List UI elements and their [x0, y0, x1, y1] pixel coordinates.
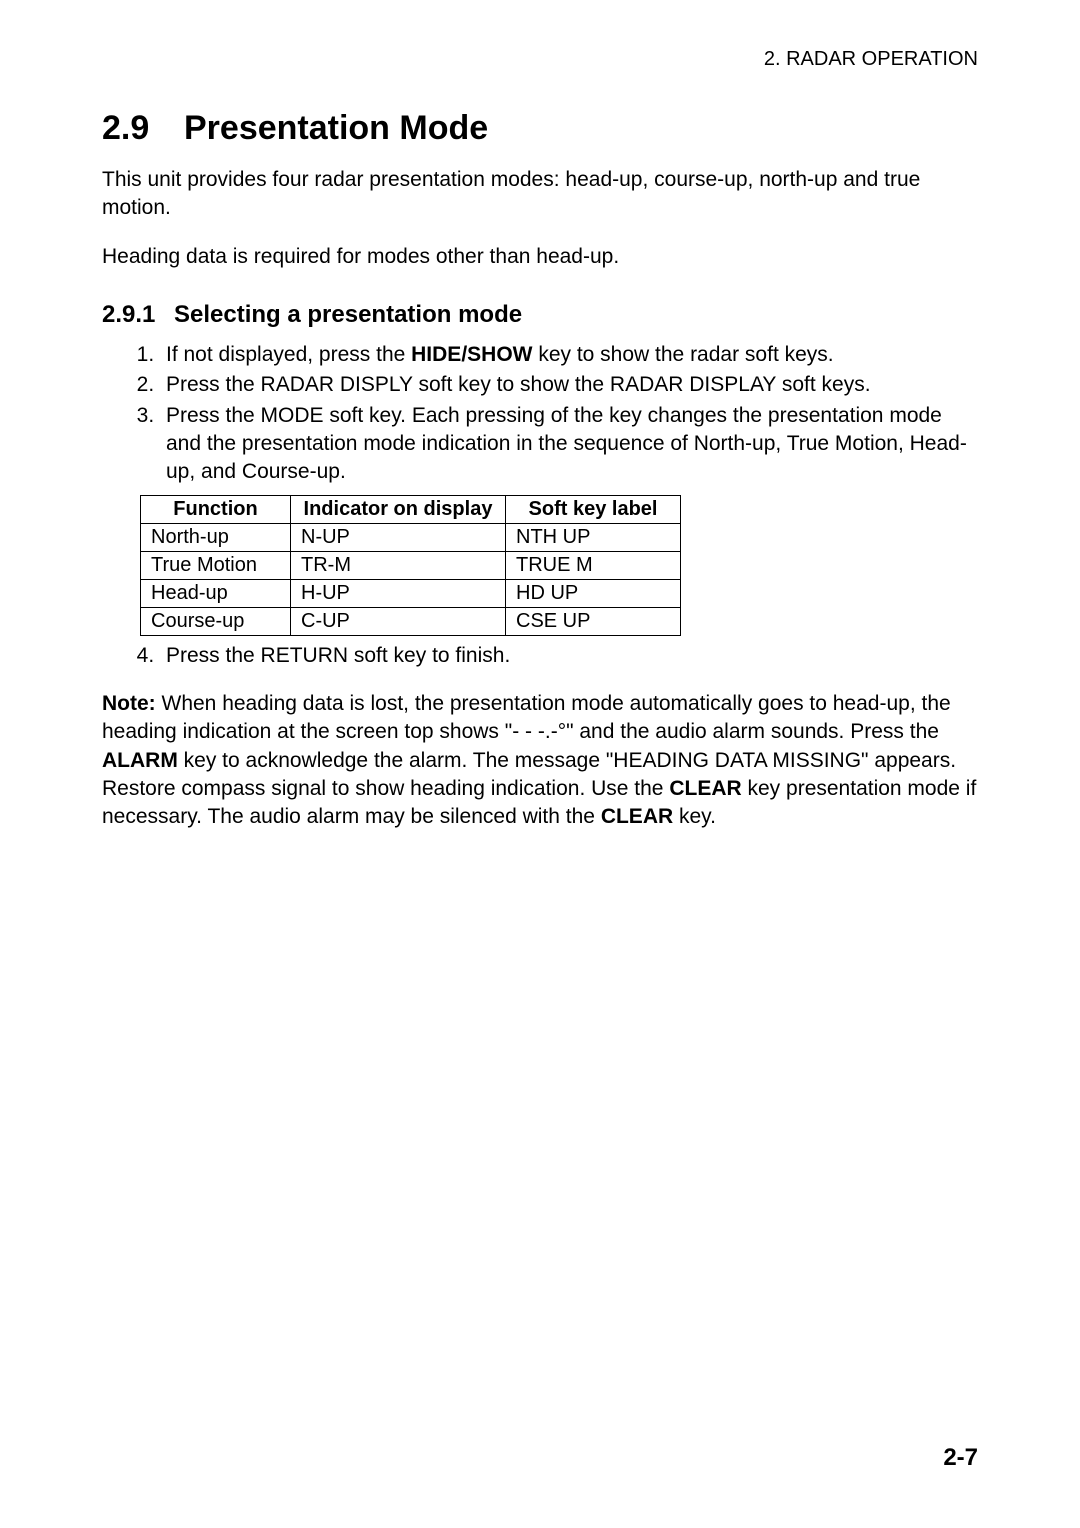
- table-row: True Motion TR-M TRUE M: [141, 551, 681, 579]
- step-3: Press the MODE soft key. Each pressing o…: [160, 402, 978, 487]
- step-1: If not displayed, press the HIDE/SHOW ke…: [160, 341, 978, 369]
- presentation-mode-table: Function Indicator on display Soft key l…: [140, 495, 681, 636]
- cell-softkey: NTH UP: [506, 523, 681, 551]
- table-header-row: Function Indicator on display Soft key l…: [141, 495, 681, 523]
- step-1-text-a: If not displayed, press the: [166, 343, 411, 366]
- note-text-1: When heading data is lost, the presentat…: [102, 692, 951, 743]
- cell-function: Head-up: [141, 579, 291, 607]
- clear-key-1: CLEAR: [669, 777, 741, 800]
- section-title: Presentation Mode: [184, 109, 488, 147]
- note-text-4: key.: [673, 805, 716, 828]
- procedure-list-continued: Press the RETURN soft key to finish.: [102, 642, 978, 670]
- cell-softkey: TRUE M: [506, 551, 681, 579]
- cell-function: Course-up: [141, 607, 291, 635]
- th-softkey: Soft key label: [506, 495, 681, 523]
- subsection-heading: 2.9.1Selecting a presentation mode: [102, 301, 978, 329]
- hide-show-key: HIDE/SHOW: [411, 343, 532, 366]
- procedure-list: If not displayed, press the HIDE/SHOW ke…: [102, 341, 978, 487]
- step-2: Press the RADAR DISPLY soft key to show …: [160, 371, 978, 399]
- document-page: 2. RADAR OPERATION 2.9Presentation Mode …: [0, 0, 1080, 1528]
- cell-softkey: HD UP: [506, 579, 681, 607]
- table-row: North-up N-UP NTH UP: [141, 523, 681, 551]
- th-function: Function: [141, 495, 291, 523]
- section-number: 2.9: [102, 109, 184, 148]
- table-row: Course-up C-UP CSE UP: [141, 607, 681, 635]
- cell-indicator: N-UP: [291, 523, 506, 551]
- intro-paragraph-1: This unit provides four radar presentati…: [102, 166, 978, 223]
- cell-function: True Motion: [141, 551, 291, 579]
- cell-softkey: CSE UP: [506, 607, 681, 635]
- cell-indicator: TR-M: [291, 551, 506, 579]
- step-1-text-c: key to show the radar soft keys.: [532, 343, 833, 366]
- step-4: Press the RETURN soft key to finish.: [160, 642, 978, 670]
- alarm-key: ALARM: [102, 749, 178, 772]
- cell-indicator: H-UP: [291, 579, 506, 607]
- cell-indicator: C-UP: [291, 607, 506, 635]
- note-label: Note:: [102, 692, 156, 715]
- cell-function: North-up: [141, 523, 291, 551]
- th-indicator: Indicator on display: [291, 495, 506, 523]
- running-header: 2. RADAR OPERATION: [102, 48, 978, 71]
- clear-key-2: CLEAR: [601, 805, 673, 828]
- section-heading: 2.9Presentation Mode: [102, 109, 978, 148]
- page-number: 2-7: [943, 1444, 978, 1472]
- intro-paragraph-2: Heading data is required for modes other…: [102, 243, 978, 271]
- note-paragraph: Note: When heading data is lost, the pre…: [102, 690, 978, 832]
- subsection-number: 2.9.1: [102, 301, 174, 329]
- subsection-title: Selecting a presentation mode: [174, 301, 522, 328]
- table-row: Head-up H-UP HD UP: [141, 579, 681, 607]
